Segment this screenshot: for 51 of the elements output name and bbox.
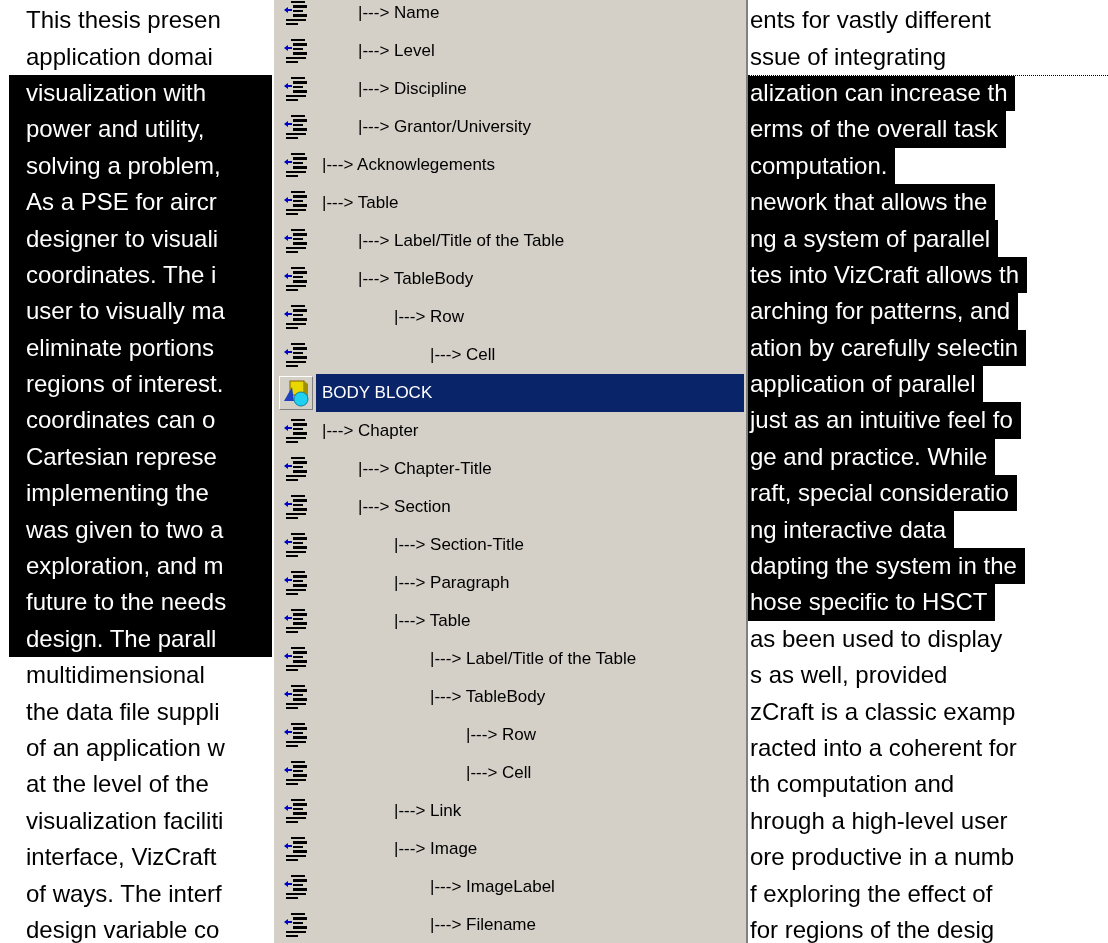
list-arrow-icon [283, 759, 309, 787]
menu-item[interactable]: |---> Chapter-Title [316, 450, 744, 488]
list-arrow-icon [283, 455, 309, 483]
menu-item[interactable]: |---> Filename [316, 906, 744, 943]
menu-item[interactable]: |---> Cell [316, 336, 744, 374]
list-arrow-icon [283, 303, 309, 331]
menu-item[interactable]: |---> Row [316, 716, 744, 754]
menu-item[interactable]: |---> Grantor/University [316, 108, 744, 146]
menu-item[interactable]: |---> Name [316, 0, 744, 32]
menu-item[interactable]: |---> Image [316, 830, 744, 868]
menu-item[interactable]: |---> TableBody [316, 678, 744, 716]
menu-item[interactable]: |---> Table [316, 184, 744, 222]
menu-item[interactable]: BODY BLOCK [316, 374, 744, 412]
list-arrow-icon [283, 341, 309, 369]
list-arrow-icon [283, 835, 309, 863]
menu-item[interactable]: |---> Cell [316, 754, 744, 792]
list-arrow-icon [283, 265, 309, 293]
list-arrow-icon [283, 417, 309, 445]
menu-item[interactable]: |---> Label/Title of the Table [316, 640, 744, 678]
list-arrow-icon [283, 569, 309, 597]
menu-item[interactable]: |---> Section-Title [316, 526, 744, 564]
menu-item[interactable]: |---> Label/Title of the Table [316, 222, 744, 260]
list-arrow-icon [283, 493, 309, 521]
menu-item[interactable]: |---> ImageLabel [316, 868, 744, 906]
list-arrow-icon [283, 873, 309, 901]
menu-item[interactable]: |---> Paragraph [316, 564, 744, 602]
list-arrow-icon [283, 151, 309, 179]
list-arrow-icon [283, 531, 309, 559]
menu-item[interactable]: |---> Level [316, 32, 744, 70]
list-arrow-icon [283, 37, 309, 65]
list-arrow-icon [283, 113, 309, 141]
list-arrow-icon [283, 721, 309, 749]
list-arrow-icon [283, 75, 309, 103]
menu-item[interactable]: |---> Discipline [316, 70, 744, 108]
icon-button[interactable] [279, 376, 313, 410]
list-arrow-icon [283, 0, 309, 27]
menu-item[interactable]: |---> Row [316, 298, 744, 336]
list-arrow-icon [283, 607, 309, 635]
menu-item[interactable]: |---> Section [316, 488, 744, 526]
list-arrow-icon [283, 227, 309, 255]
list-arrow-icon [283, 683, 309, 711]
list-arrow-icon [283, 189, 309, 217]
menu-item[interactable]: |---> Link [316, 792, 744, 830]
menu-item[interactable]: |---> Chapter [316, 412, 744, 450]
list-arrow-icon [283, 797, 309, 825]
list-arrow-icon [283, 911, 309, 939]
menu-item[interactable]: |---> TableBody [316, 260, 744, 298]
menu-item[interactable]: |---> Acknowlegements [316, 146, 744, 184]
list-arrow-icon [283, 645, 309, 673]
cube-cylinder-icon [282, 379, 310, 407]
menu-item[interactable]: |---> Table [316, 602, 744, 640]
